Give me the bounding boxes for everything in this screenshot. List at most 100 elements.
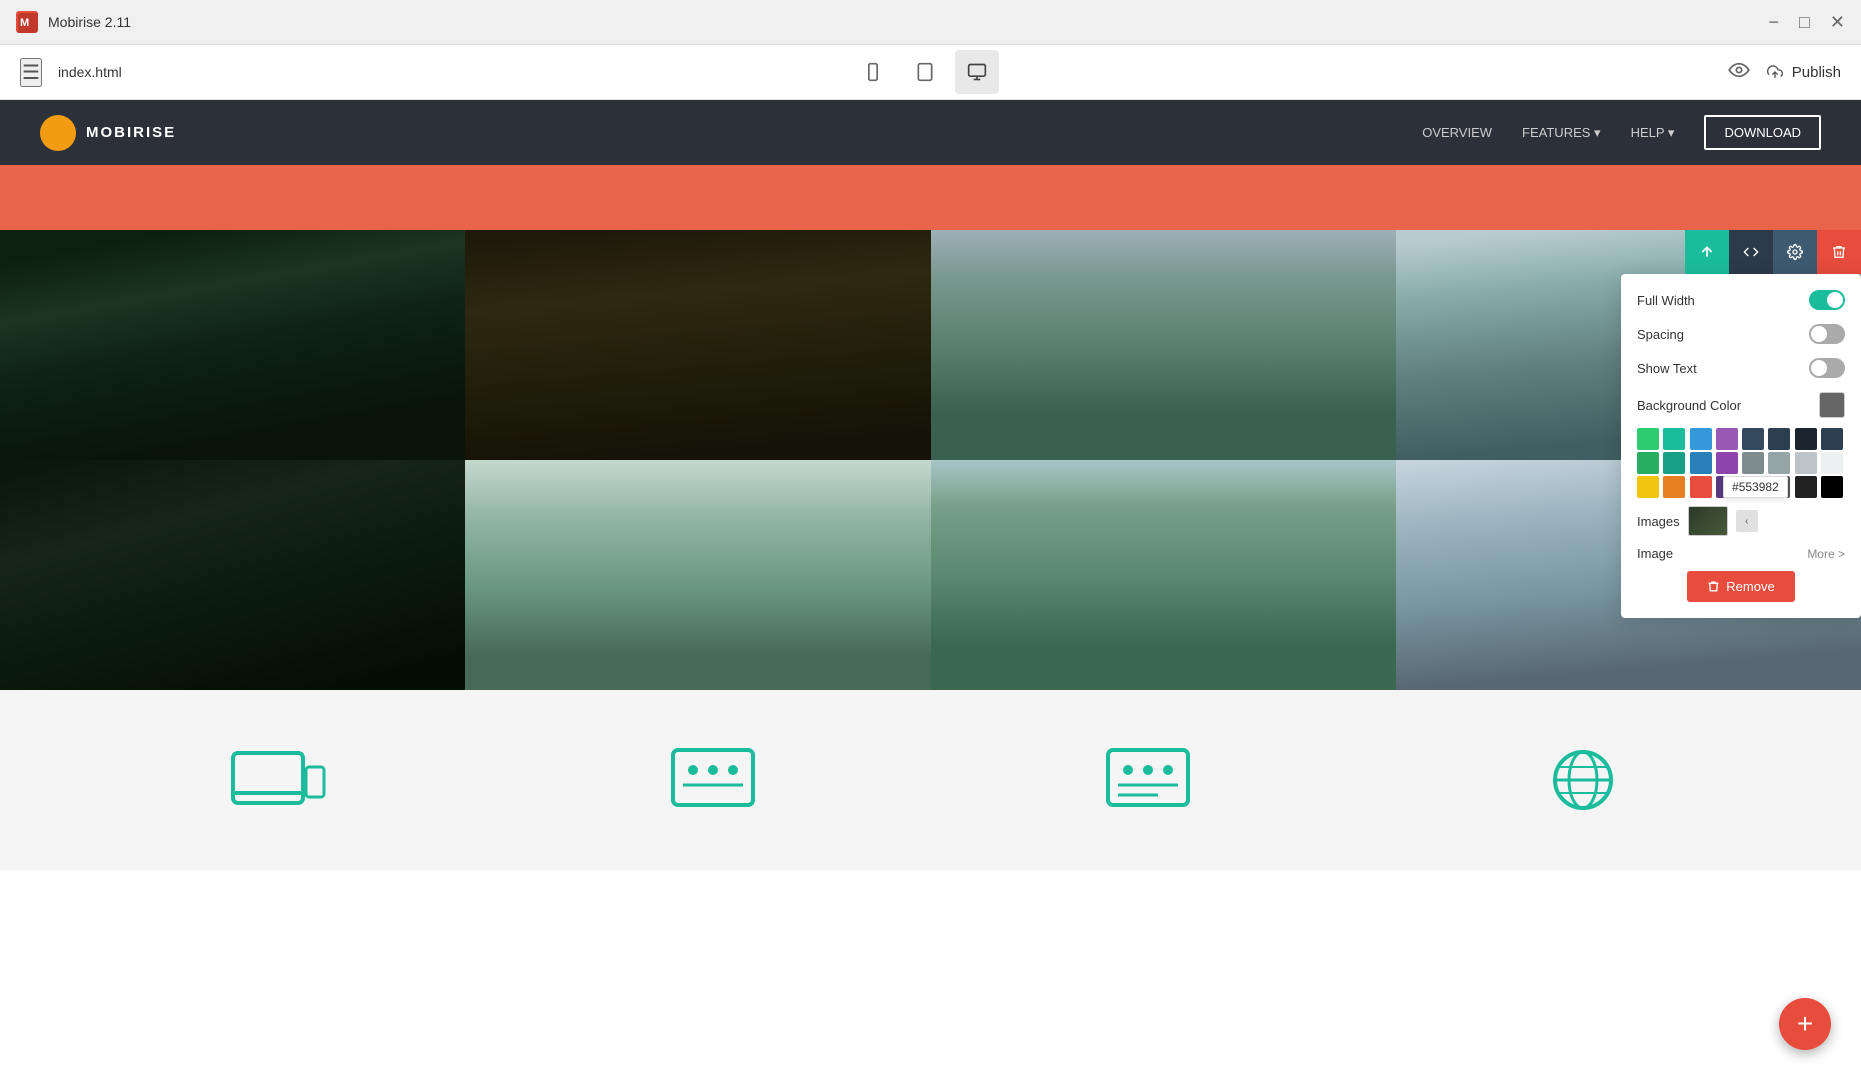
sort-icon — [1699, 244, 1715, 260]
gear-icon — [1787, 244, 1803, 260]
eye-icon — [1728, 62, 1750, 78]
images-row: Images ‹ — [1637, 506, 1845, 536]
filename-label: index.html — [58, 64, 122, 80]
gallery-image-2 — [465, 230, 930, 460]
remove-icon — [1707, 580, 1720, 593]
hamburger-icon: ☰ — [22, 62, 40, 84]
settings-button[interactable] — [1773, 230, 1817, 274]
bg-color-swatch[interactable] — [1819, 392, 1845, 418]
remove-label: Remove — [1726, 579, 1774, 594]
show-text-row: Show Text — [1637, 358, 1845, 378]
sort-button[interactable] — [1685, 230, 1729, 274]
device-icon-1 — [228, 745, 328, 815]
full-width-label: Full Width — [1637, 293, 1695, 308]
color-cell[interactable] — [1768, 428, 1790, 450]
delete-block-button[interactable] — [1817, 230, 1861, 274]
spacing-row: Spacing — [1637, 324, 1845, 344]
color-cell[interactable] — [1637, 452, 1659, 474]
code-icon — [1743, 244, 1759, 260]
trash-icon — [1831, 244, 1847, 260]
site-logo-text: MOBIRISE — [86, 124, 176, 141]
nav-features[interactable]: FEATURES ▾ — [1522, 125, 1601, 141]
images-label: Images — [1637, 514, 1680, 529]
show-text-label: Show Text — [1637, 361, 1697, 376]
device-icon-2 — [663, 745, 763, 815]
more-link[interactable]: More > — [1807, 547, 1845, 561]
gallery-image-3 — [931, 230, 1396, 460]
tablet-icon — [914, 62, 936, 82]
nav-download[interactable]: DOWNLOAD — [1704, 115, 1821, 150]
titlebar-left: M Mobirise 2.11 — [16, 11, 131, 33]
device-icon-3 — [1098, 745, 1198, 815]
color-cell[interactable] — [1795, 452, 1817, 474]
mobile-view-button[interactable] — [851, 50, 895, 94]
feature-icon-3 — [1088, 740, 1208, 820]
image-thumbnail — [1688, 506, 1728, 536]
color-hex-display: #553982 — [1723, 476, 1788, 498]
color-cell[interactable] — [1768, 452, 1790, 474]
gallery-image-1 — [0, 230, 465, 460]
site-navbar: MOBIRISE OVERVIEW FEATURES ▾ HELP ▾ DOWN… — [0, 100, 1861, 165]
sun-icon — [47, 122, 69, 144]
color-cell[interactable] — [1742, 452, 1764, 474]
nav-help[interactable]: HELP ▾ — [1631, 125, 1675, 141]
main-toolbar: ☰ index.html — [0, 45, 1861, 100]
desktop-view-button[interactable] — [955, 50, 999, 94]
publish-label: Publish — [1792, 64, 1841, 81]
color-cell[interactable] — [1663, 476, 1685, 498]
close-button[interactable]: ✕ — [1830, 12, 1845, 33]
site-logo: MOBIRISE — [40, 115, 176, 151]
app-logo: M — [16, 11, 38, 33]
color-cell[interactable] — [1795, 476, 1817, 498]
menu-button[interactable]: ☰ — [20, 58, 42, 87]
preview-button[interactable] — [1728, 61, 1750, 84]
color-cell[interactable] — [1821, 476, 1843, 498]
full-width-toggle[interactable] — [1809, 290, 1845, 310]
color-picker-container: #553982 — [1637, 428, 1845, 498]
gallery-image-7 — [931, 460, 1396, 690]
publish-button[interactable]: Publish — [1766, 64, 1841, 81]
color-cell[interactable] — [1637, 428, 1659, 450]
nav-overview[interactable]: OVERVIEW — [1422, 125, 1492, 140]
svg-text:M: M — [20, 17, 29, 29]
feature-icon-2 — [653, 740, 773, 820]
show-text-toggle[interactable] — [1809, 358, 1845, 378]
site-nav: OVERVIEW FEATURES ▾ HELP ▾ DOWNLOAD — [1422, 115, 1821, 150]
color-cell[interactable] — [1690, 452, 1712, 474]
remove-button[interactable]: Remove — [1687, 571, 1794, 602]
color-cell[interactable] — [1795, 428, 1817, 450]
code-button[interactable] — [1729, 230, 1773, 274]
block-toolbar — [1685, 230, 1861, 274]
upload-icon — [1766, 64, 1784, 80]
mobile-icon — [863, 62, 883, 82]
spacing-toggle[interactable] — [1809, 324, 1845, 344]
toolbar-left: ☰ index.html — [20, 58, 122, 87]
prev-image-button[interactable]: ‹ — [1736, 510, 1758, 532]
color-cell[interactable] — [1716, 428, 1738, 450]
titlebar: M Mobirise 2.11 − □ ✕ — [0, 0, 1861, 45]
color-cell[interactable] — [1637, 476, 1659, 498]
color-cell[interactable] — [1821, 452, 1843, 474]
desktop-icon — [965, 62, 989, 82]
minimize-button[interactable]: − — [1769, 12, 1780, 33]
tablet-view-button[interactable] — [903, 50, 947, 94]
feature-icon-4 — [1523, 740, 1643, 820]
bg-color-row: Background Color — [1637, 392, 1845, 418]
maximize-button[interactable]: □ — [1799, 12, 1810, 33]
color-cell[interactable] — [1716, 452, 1738, 474]
color-cell[interactable] — [1742, 428, 1764, 450]
gallery-row-1 — [0, 230, 1861, 460]
add-block-button[interactable]: + — [1779, 998, 1831, 1050]
image-label-row: Image More > — [1637, 546, 1845, 561]
hero-section — [0, 165, 1861, 230]
color-cell[interactable] — [1663, 428, 1685, 450]
settings-panel: Full Width Spacing Show Text Background … — [1621, 274, 1861, 618]
color-grid: #553982 — [1637, 428, 1845, 498]
app-title: Mobirise 2.11 — [48, 14, 131, 30]
color-cell[interactable] — [1663, 452, 1685, 474]
color-cell[interactable] — [1690, 428, 1712, 450]
active-color-cell[interactable]: #553982 — [1716, 476, 1738, 498]
color-cell[interactable] — [1690, 476, 1712, 498]
color-cell[interactable] — [1821, 428, 1843, 450]
bottom-section — [0, 690, 1861, 870]
